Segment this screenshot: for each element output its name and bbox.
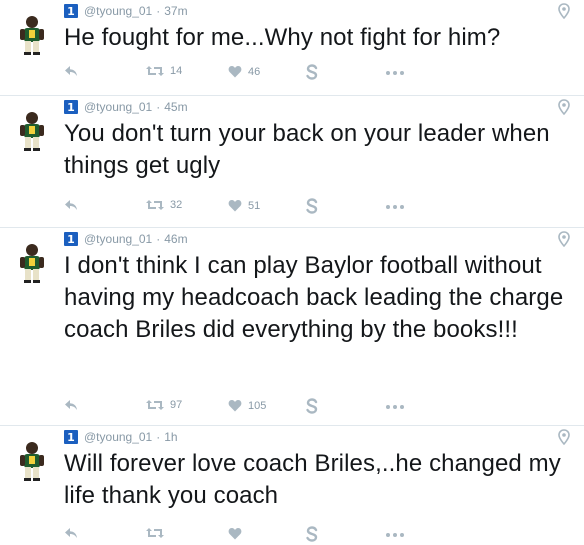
- more-button[interactable]: [386, 405, 404, 409]
- account-badge: 1: [64, 430, 78, 444]
- player-avatar[interactable]: [14, 441, 50, 481]
- retweet-count: 32: [170, 199, 183, 211]
- retweet-icon: [146, 527, 164, 539]
- tweet-header: 1 @tyoung_01 · 46m: [64, 230, 188, 248]
- separator: ·: [156, 100, 161, 114]
- like-count: 51: [248, 199, 261, 212]
- reply-icon: [64, 199, 78, 211]
- retweet-count: 14: [170, 65, 183, 77]
- location-pin-icon[interactable]: [558, 429, 570, 446]
- tweet-text: You don't turn your back on your leader …: [64, 120, 550, 179]
- more-button[interactable]: [386, 205, 404, 209]
- tweet[interactable]: 1 @tyoung_01 · 46m I don't think I can p…: [0, 227, 584, 426]
- reply-button[interactable]: [64, 527, 78, 539]
- like-count: 46: [248, 65, 261, 78]
- account-badge: 1: [64, 4, 78, 18]
- like-button[interactable]: 46: [228, 65, 260, 78]
- tweet-text: Will forever love coach Briles,..he chan…: [64, 450, 561, 509]
- vine-share-button[interactable]: [305, 526, 319, 542]
- separator: ·: [156, 4, 161, 18]
- retweet-icon: [146, 199, 164, 211]
- vine-share-button[interactable]: [305, 198, 319, 214]
- like-button[interactable]: 105: [228, 399, 266, 412]
- tweet[interactable]: 1 @tyoung_01 · 37m He fought for me...Wh…: [0, 0, 584, 95]
- retweet-button[interactable]: 97: [146, 399, 182, 411]
- player-avatar[interactable]: [14, 15, 50, 55]
- reply-button[interactable]: [64, 399, 78, 411]
- reply-button[interactable]: [64, 199, 78, 211]
- tweet-actions: 97 105: [64, 398, 424, 417]
- account-badge: 1: [64, 232, 78, 246]
- location-pin-icon[interactable]: [558, 3, 570, 20]
- vine-s-icon: [305, 526, 319, 542]
- reply-icon: [64, 527, 78, 539]
- heart-icon: [228, 399, 242, 412]
- user-handle[interactable]: @tyoung_01: [84, 100, 152, 114]
- tweet-actions: 32 51: [64, 198, 424, 217]
- vine-share-button[interactable]: [305, 398, 319, 414]
- tweet[interactable]: 1 @tyoung_01 · 45m You don't turn your b…: [0, 95, 584, 228]
- user-handle[interactable]: @tyoung_01: [84, 4, 152, 18]
- location-pin-icon[interactable]: [558, 99, 570, 116]
- retweet-count: 97: [170, 399, 183, 411]
- heart-icon: [228, 199, 242, 212]
- more-dots-icon: [386, 71, 404, 75]
- retweet-button[interactable]: 32: [146, 199, 182, 211]
- tweet-text: He fought for me...Why not fight for him…: [64, 24, 501, 51]
- player-avatar[interactable]: [14, 111, 50, 151]
- more-dots-icon: [386, 533, 404, 537]
- tweet-time[interactable]: 46m: [164, 232, 187, 246]
- more-button[interactable]: [386, 71, 404, 75]
- vine-s-icon: [305, 64, 319, 80]
- player-avatar[interactable]: [14, 243, 50, 283]
- tweet-header: 1 @tyoung_01 · 45m: [64, 98, 188, 116]
- tweet-actions: [64, 526, 424, 545]
- like-button[interactable]: 51: [228, 199, 260, 212]
- vine-s-icon: [305, 398, 319, 414]
- reply-icon: [64, 65, 78, 77]
- account-badge: 1: [64, 100, 78, 114]
- tweet-actions: 14 46: [64, 64, 424, 83]
- user-handle[interactable]: @tyoung_01: [84, 430, 152, 444]
- more-button[interactable]: [386, 533, 404, 537]
- retweet-button[interactable]: 14: [146, 65, 182, 77]
- retweet-button[interactable]: [146, 527, 170, 539]
- separator: ·: [156, 232, 161, 246]
- like-button[interactable]: [228, 527, 248, 540]
- retweet-icon: [146, 65, 164, 77]
- tweet-header: 1 @tyoung_01 · 1h: [64, 428, 178, 446]
- heart-icon: [228, 527, 242, 540]
- tweet-time[interactable]: 1h: [164, 430, 177, 444]
- tweet-header: 1 @tyoung_01 · 37m: [64, 2, 188, 20]
- reply-icon: [64, 399, 78, 411]
- tweet[interactable]: 1 @tyoung_01 · 1h Will forever love coac…: [0, 425, 584, 542]
- location-pin-icon[interactable]: [558, 231, 570, 248]
- tweet-time[interactable]: 45m: [164, 100, 187, 114]
- user-handle[interactable]: @tyoung_01: [84, 232, 152, 246]
- tweet-time[interactable]: 37m: [164, 4, 187, 18]
- vine-s-icon: [305, 198, 319, 214]
- separator: ·: [156, 430, 161, 444]
- more-dots-icon: [386, 205, 404, 209]
- tweet-text: I don't think I can play Baylor football…: [64, 252, 564, 343]
- like-count: 105: [248, 399, 267, 412]
- reply-button[interactable]: [64, 65, 78, 77]
- heart-icon: [228, 65, 242, 78]
- retweet-icon: [146, 399, 164, 411]
- vine-share-button[interactable]: [305, 64, 319, 80]
- more-dots-icon: [386, 405, 404, 409]
